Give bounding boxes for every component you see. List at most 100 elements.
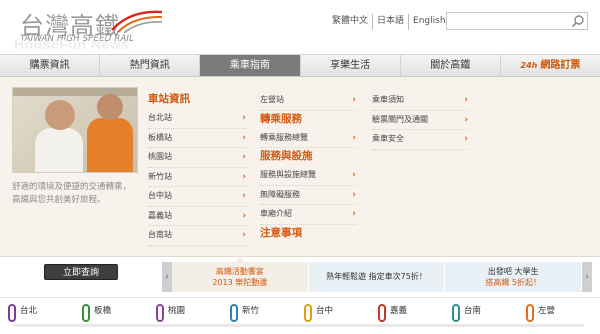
- chevron-right-icon: ›: [242, 113, 246, 123]
- chevron-right-icon: ›: [242, 152, 246, 162]
- car-intro-link[interactable]: 車廂介紹 ›: [260, 205, 356, 225]
- facilities-overview-link[interactable]: 服務與設施總覽 ›: [260, 166, 356, 186]
- link-label: 轉乘服務總覽: [260, 132, 308, 142]
- chevron-right-icon: ›: [464, 114, 468, 125]
- promo-next-button[interactable]: ›: [582, 262, 593, 292]
- station-name: 左營: [538, 306, 556, 316]
- facilities-heading[interactable]: 服務與設施: [260, 148, 356, 166]
- station-info-heading[interactable]: 車站資訊: [148, 91, 246, 109]
- station-info-column: 車站資訊 台北站 › 板橋站 › 桃園站 › 新竹站 › 台中站 › 嘉義站 › 台南站 ›: [148, 91, 246, 246]
- main-nav: 購票資訊 熱門資訊 乘車指南 享樂生活 關於高鐵 24h 網路訂票: [0, 54, 600, 77]
- chevron-right-icon: ›: [464, 134, 468, 144]
- promo-item[interactable]: 熟年輕鬆遊 指定車次75折！: [308, 262, 446, 292]
- station-name: 台中: [316, 306, 334, 316]
- station-label: 台南站: [148, 230, 172, 239]
- station-label: 台中站: [148, 191, 172, 200]
- chevron-right-icon: ›: [352, 189, 356, 200]
- staff-photo: [12, 87, 138, 173]
- promo-line: 高鐵活動饗宴: [215, 267, 264, 276]
- station-line: 台北 板橋 桃園 新竹 台中 嘉義 台南 左營: [0, 297, 600, 334]
- station-link-tainan[interactable]: 台南站 ›: [148, 226, 246, 246]
- ticket-gate-link[interactable]: 驗票閘門及通關 ›: [372, 111, 468, 130]
- link-label: 車廂介紹: [260, 209, 292, 218]
- transfer-overview-link[interactable]: 轉乘服務總覽 ›: [260, 129, 356, 148]
- nav-ticket-info[interactable]: 購票資訊: [0, 55, 101, 76]
- notices-heading[interactable]: 注意事項: [260, 225, 356, 243]
- nav-about[interactable]: 關於高鐵: [401, 55, 501, 76]
- chevron-right-icon: ›: [352, 132, 356, 143]
- station-pill-icon: [82, 304, 90, 322]
- link-label: 乘車須知: [372, 95, 404, 104]
- station-link-chiayi[interactable]: 嘉義站 ›: [148, 207, 246, 226]
- riding-safety-link[interactable]: 乘車安全 ›: [372, 130, 468, 150]
- link-label: 驗票閘門及通關: [372, 114, 428, 124]
- chevron-right-icon: ›: [242, 191, 246, 201]
- lang-link-en[interactable]: English: [408, 14, 450, 30]
- station-pill-icon: [452, 304, 460, 322]
- nav-hot-info[interactable]: 熱門資訊: [100, 55, 201, 76]
- station-name: 台南: [464, 306, 482, 316]
- station-pill-icon: [304, 304, 312, 322]
- station-name: 板橋: [94, 306, 112, 316]
- riding-notice-link[interactable]: 乘車須知 ›: [372, 91, 468, 111]
- station-label: 台北站: [148, 113, 172, 122]
- station-link-banqiao[interactable]: 板橋站 ›: [148, 129, 246, 148]
- dropdown-panel: 舒適的環境及便捷的交通轉乘，高鐵與您共創美好旅程。 車站資訊 台北站 › 板橋站 ›…: [0, 77, 600, 257]
- nav-online-booking-label: 網路訂票: [540, 60, 581, 71]
- station-link-taoyuan[interactable]: 桃園站 ›: [148, 148, 246, 168]
- promo-line: 熟年輕鬆遊 指定車次75折！: [326, 272, 427, 281]
- station-name: 新竹: [242, 306, 260, 316]
- query-now-button[interactable]: 立即查詢: [44, 264, 118, 280]
- station-link-taipei[interactable]: 台北站 ›: [148, 109, 246, 129]
- station-link-zuoying[interactable]: 左營站 ›: [260, 91, 356, 111]
- lang-link-zh[interactable]: 繁體中文: [328, 14, 372, 30]
- h24-badge: 24h: [520, 61, 538, 70]
- chevron-right-icon: ›: [242, 171, 246, 182]
- station-link-hsinchu[interactable]: 新竹站 ›: [148, 168, 246, 187]
- promo-prev-button[interactable]: ‹: [162, 262, 172, 292]
- station-pill-icon: [156, 304, 164, 322]
- transfer-service-heading[interactable]: 轉乘服務: [260, 111, 356, 129]
- chevron-right-icon: ›: [352, 170, 356, 180]
- station-pill-icon: [8, 304, 16, 322]
- chevron-right-icon: ›: [352, 209, 356, 219]
- search-input[interactable]: [446, 12, 588, 30]
- nav-online-booking[interactable]: 24h 網路訂票: [501, 55, 600, 76]
- logo-swoosh-icon: [111, 10, 163, 34]
- riding-rules-column: 乘車須知 › 驗票閘門及通關 › 乘車安全 ›: [372, 91, 468, 150]
- watermark: HouseFun News: [14, 36, 130, 52]
- chevron-right-icon: ›: [242, 210, 246, 221]
- language-links: 繁體中文 日本語 English: [328, 14, 450, 30]
- station-label: 桃園站: [148, 152, 172, 161]
- link-label: 服務與設施總覽: [260, 170, 316, 179]
- header: 台灣高鐵 TAIWAN HIGH SPEED RAIL HouseFun New…: [0, 0, 600, 54]
- link-label: 乘車安全: [372, 134, 404, 143]
- station-pill-icon: [230, 304, 238, 322]
- promo-item[interactable]: 出發吧 大學生 搭高鐵 5折起！: [445, 262, 583, 292]
- station-label: 板橋站: [148, 132, 172, 142]
- lang-link-ja[interactable]: 日本語: [372, 14, 408, 30]
- station-name: 台北: [20, 306, 38, 316]
- tagline: 舒適的環境及便捷的交通轉乘，高鐵與您共創美好旅程。: [12, 182, 132, 205]
- promo-item[interactable]: 高鐵活動饗宴 2013 樂陀動盪: [172, 256, 309, 292]
- rail-track: [14, 324, 584, 327]
- link-label: 無障礙服務: [260, 189, 300, 199]
- station-link-taichung[interactable]: 台中站 ›: [148, 187, 246, 207]
- chevron-right-icon: ›: [464, 95, 468, 105]
- promo-carousel: ‹ 高鐵活動饗宴 2013 樂陀動盪 熟年輕鬆遊 指定車次75折！ 出發吧 大學…: [162, 256, 593, 292]
- station-label: 左營站: [260, 95, 284, 104]
- station-name: 嘉義: [390, 306, 408, 316]
- promo-line: 搭高鐵 5折起！: [485, 278, 541, 287]
- services-column: 左營站 › 轉乘服務 轉乘服務總覽 › 服務與設施 服務與設施總覽 › 無障礙服務 › …: [260, 91, 356, 243]
- accessibility-link[interactable]: 無障礙服務 ›: [260, 186, 356, 205]
- promo-line: 出發吧 大學生: [487, 267, 539, 276]
- nav-travel-guide[interactable]: 乘車指南: [200, 55, 301, 76]
- promo-pointer: [234, 256, 245, 262]
- nav-leisure[interactable]: 享樂生活: [301, 55, 401, 76]
- chevron-right-icon: ›: [242, 132, 246, 143]
- chevron-right-icon: ›: [242, 230, 246, 240]
- chevron-right-icon: ›: [352, 95, 356, 105]
- station-label: 新竹站: [148, 171, 172, 181]
- promo-line: 2013 樂陀動盪: [212, 278, 268, 287]
- search-icon[interactable]: [571, 14, 585, 28]
